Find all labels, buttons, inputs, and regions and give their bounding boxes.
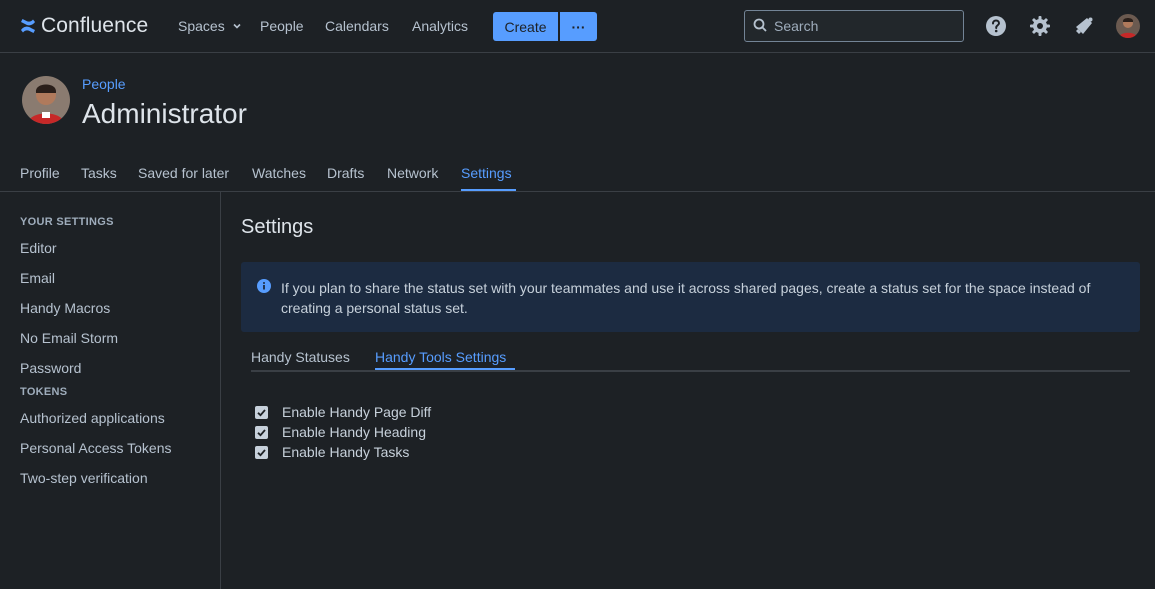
checkmark-icon: [257, 408, 266, 417]
tab-tasks[interactable]: Tasks: [81, 165, 117, 181]
nav-calendars[interactable]: Calendars: [325, 18, 389, 34]
checkbox-handy-heading[interactable]: [255, 425, 268, 439]
tab-handy-tools-settings[interactable]: Handy Tools Settings: [375, 349, 506, 365]
tab-saved-for-later[interactable]: Saved for later: [138, 165, 229, 181]
info-icon: [257, 279, 271, 296]
checkbox-handy-page-diff[interactable]: [255, 405, 268, 419]
active-tab-indicator: [461, 189, 516, 191]
sidebar-item-editor[interactable]: Editor: [20, 240, 57, 256]
sidebar-item-two-step-verification[interactable]: Two-step verification: [20, 470, 148, 486]
confluence-logo-icon: [21, 19, 35, 33]
brand-name: Confluence: [41, 14, 149, 37]
settings-title: Settings: [241, 216, 314, 238]
checkbox-handy-tasks[interactable]: [255, 445, 268, 459]
gear-icon[interactable]: [1028, 14, 1052, 38]
search-icon: [753, 18, 767, 35]
megaphone-icon[interactable]: [1072, 14, 1096, 38]
user-avatar-icon[interactable]: [1116, 14, 1140, 38]
tab-handy-statuses[interactable]: Handy Statuses: [251, 349, 350, 365]
search-input[interactable]: [774, 18, 954, 34]
option-label: Enable Handy Page Diff: [282, 404, 432, 420]
search-box[interactable]: [744, 10, 964, 42]
info-message-panel: If you plan to share the status set with…: [241, 262, 1140, 332]
sidebar-item-authorized-applications[interactable]: Authorized applications: [20, 410, 165, 426]
tab-drafts[interactable]: Drafts: [327, 165, 364, 181]
sidebar-item-email[interactable]: Email: [20, 270, 55, 286]
tab-network[interactable]: Network: [387, 165, 438, 181]
checkmark-icon: [257, 428, 266, 437]
active-subtab-indicator: [375, 368, 515, 370]
option-handy-heading[interactable]: Enable Handy Heading: [255, 424, 426, 440]
chevron-down-icon: [232, 18, 242, 34]
page-title: Administrator: [82, 98, 247, 129]
breadcrumb-people[interactable]: People: [82, 76, 126, 92]
confluence-logo[interactable]: Confluence: [19, 14, 148, 38]
profile-tabs: Profile Tasks Saved for later Watches Dr…: [0, 150, 1155, 192]
checkmark-icon: [257, 448, 266, 457]
option-handy-tasks[interactable]: Enable Handy Tasks: [255, 444, 409, 460]
nav-spaces-label: Spaces: [178, 18, 225, 34]
nav-spaces[interactable]: Spaces: [178, 18, 242, 34]
settings-sidebar: YOUR SETTINGS Editor Email Handy Macros …: [0, 192, 221, 589]
create-button[interactable]: Create: [493, 12, 558, 41]
profile-avatar: [22, 76, 70, 124]
help-icon[interactable]: [984, 14, 1008, 38]
more-create-options-button[interactable]: ···: [560, 12, 597, 41]
sidebar-section-your-settings: YOUR SETTINGS: [20, 216, 114, 228]
top-navigation: Confluence Spaces People Calendars Analy…: [0, 0, 1155, 53]
info-message-text: If you plan to share the status set with…: [281, 280, 1091, 316]
tab-settings[interactable]: Settings: [461, 165, 512, 181]
option-handy-page-diff[interactable]: Enable Handy Page Diff: [255, 404, 431, 420]
sidebar-item-personal-access-tokens[interactable]: Personal Access Tokens: [20, 440, 172, 456]
nav-people[interactable]: People: [260, 18, 304, 34]
nav-analytics[interactable]: Analytics: [412, 18, 468, 34]
sidebar-item-handy-macros[interactable]: Handy Macros: [20, 300, 110, 316]
tab-watches[interactable]: Watches: [252, 165, 306, 181]
sidebar-item-password[interactable]: Password: [20, 360, 81, 376]
handy-tabs: Handy Statuses Handy Tools Settings: [251, 340, 1130, 372]
option-label: Enable Handy Heading: [282, 424, 426, 440]
tab-profile[interactable]: Profile: [20, 165, 60, 181]
sidebar-section-tokens: TOKENS: [20, 386, 68, 398]
sidebar-item-no-email-storm[interactable]: No Email Storm: [20, 330, 118, 346]
option-label: Enable Handy Tasks: [282, 444, 410, 460]
